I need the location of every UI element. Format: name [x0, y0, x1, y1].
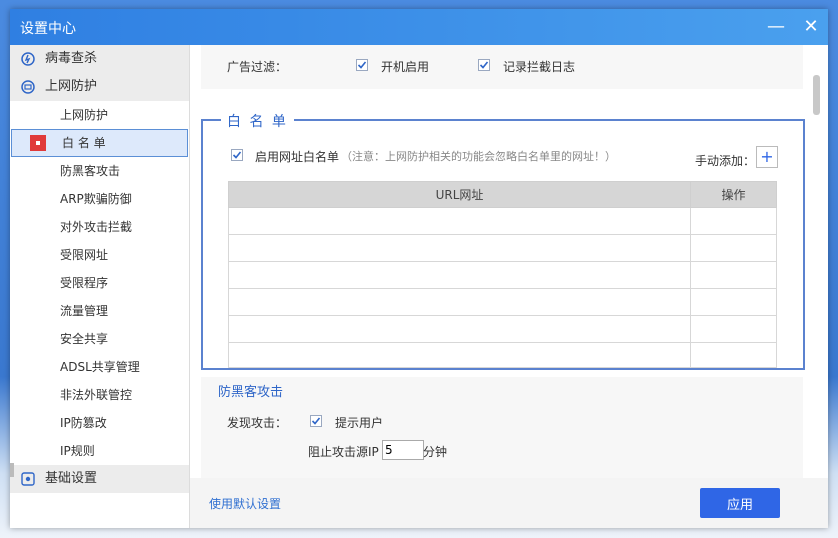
whitelist-note: （注意：上网防护相关的功能会忽略白名单里的网址！）	[341, 150, 616, 163]
network-protection-icon	[21, 80, 35, 94]
notify-user-label: 提示用户	[335, 416, 384, 430]
checkbox-enable-whitelist[interactable]	[231, 149, 243, 161]
sidebar-category-label: 上网防护	[45, 79, 98, 94]
sidebar-category-label: 病毒查杀	[45, 51, 98, 66]
content-scrollbar[interactable]	[813, 75, 820, 115]
sidebar-item-antihack[interactable]: 防黑客攻击	[10, 157, 189, 185]
sidebar-category-virus-scan[interactable]: 病毒查杀	[10, 45, 189, 73]
footer-bar: 使用默认设置 应用	[190, 478, 828, 528]
whitelist-table: URL网址 操作	[228, 181, 777, 368]
block-minutes-input[interactable]	[382, 440, 424, 460]
apply-button[interactable]: 应用	[700, 488, 780, 518]
column-header-url: URL网址	[228, 181, 691, 208]
table-row[interactable]	[228, 315, 777, 343]
sidebar-category-network-protection[interactable]: 上网防护	[10, 73, 189, 101]
sidebar-item-network-protection[interactable]: 上网防护	[10, 101, 189, 129]
detect-attack-label: 发现攻击：	[227, 416, 288, 430]
antihack-title: 防黑客攻击	[218, 385, 284, 400]
sidebar-item-label: 白 名 单	[62, 136, 106, 150]
sidebar: 病毒查杀 上网防护 上网防护 白 名 单 防黑客攻击 ARP欺骗防御 对外攻击拦…	[10, 45, 190, 528]
sidebar-item-outbound-block[interactable]: 对外攻击拦截	[10, 213, 189, 241]
table-row[interactable]	[228, 288, 777, 316]
settings-window: 设置中心 — ✕ 病毒查杀 上网防护 上网防护 白 名 单 防黑客攻击 ARP欺…	[10, 9, 828, 528]
sidebar-item-ip-rules[interactable]: IP规则	[10, 437, 189, 465]
minutes-unit-label: 分钟	[423, 445, 448, 459]
close-button[interactable]: ✕	[799, 15, 823, 39]
checkbox-startup-enable[interactable]	[356, 59, 368, 71]
sidebar-item-arp[interactable]: ARP欺骗防御	[10, 185, 189, 213]
checkbox-log-blocks[interactable]	[478, 59, 490, 71]
sidebar-item-external-link[interactable]: 非法外联管控	[10, 381, 189, 409]
checkbox-notify-user[interactable]	[310, 415, 322, 427]
sidebar-category-label: 基础设置	[45, 471, 98, 486]
sidebar-item-traffic[interactable]: 流量管理	[10, 297, 189, 325]
whitelist-section: 白 名 单 启用网址白名单 （注意：上网防护相关的功能会忽略白名单里的网址！） …	[201, 111, 805, 370]
ad-filter-section: 广告过滤： 开机启用 记录拦截日志	[201, 45, 803, 89]
sidebar-item-restricted-url[interactable]: 受限网址	[10, 241, 189, 269]
log-blocks-label: 记录拦截日志	[503, 60, 576, 74]
minimize-button[interactable]: —	[764, 15, 788, 39]
active-indicator-icon	[30, 135, 46, 151]
ad-filter-label: 广告过滤：	[227, 60, 288, 74]
table-row[interactable]	[228, 207, 777, 235]
antihack-section: 防黑客攻击 发现攻击： 提示用户 阻止攻击源IP 分钟	[201, 377, 803, 478]
table-row[interactable]	[228, 234, 777, 262]
manual-add-label: 手动添加：	[695, 154, 756, 168]
whitelist-title: 白 名 单	[221, 111, 294, 131]
add-url-button[interactable]: +	[756, 146, 778, 168]
sidebar-scrollbar[interactable]	[10, 463, 14, 477]
table-row[interactable]	[228, 261, 777, 289]
sidebar-item-adsl[interactable]: ADSL共享管理	[10, 353, 189, 381]
sidebar-category-basic-settings[interactable]: 基础设置	[10, 465, 189, 493]
window-title: 设置中心	[20, 21, 76, 37]
enable-whitelist-label: 启用网址白名单	[255, 150, 340, 164]
settings-content: 广告过滤： 开机启用 记录拦截日志 白 名 单 启用网址白名单 （注意：上网防护…	[190, 45, 828, 478]
sidebar-item-secure-share[interactable]: 安全共享	[10, 325, 189, 353]
startup-enable-label: 开机启用	[381, 60, 430, 74]
use-default-settings-link[interactable]: 使用默认设置	[209, 495, 281, 512]
virus-scan-icon	[21, 52, 35, 66]
gear-icon	[21, 472, 35, 486]
sidebar-item-restricted-program[interactable]: 受限程序	[10, 269, 189, 297]
block-ip-label: 阻止攻击源IP	[308, 445, 379, 459]
column-header-action: 操作	[690, 181, 777, 208]
sidebar-item-whitelist[interactable]: 白 名 单	[11, 129, 188, 157]
table-row[interactable]	[228, 342, 777, 368]
sidebar-item-ip-tamper[interactable]: IP防篡改	[10, 409, 189, 437]
title-bar[interactable]: 设置中心 — ✕	[10, 9, 828, 45]
